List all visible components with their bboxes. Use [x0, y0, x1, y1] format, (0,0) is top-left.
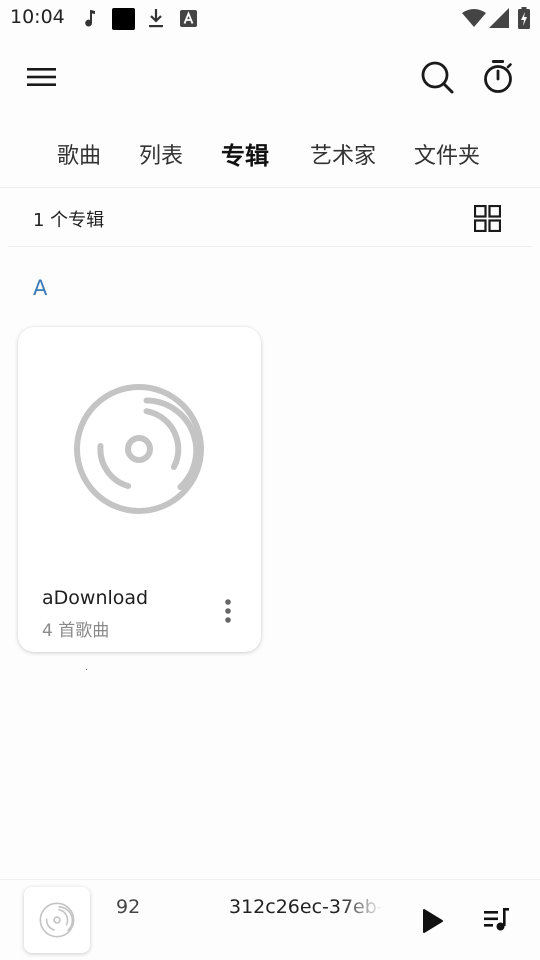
speck [86, 669, 87, 670]
tab-artists[interactable]: 艺术家 [310, 138, 376, 170]
more-vert-icon[interactable] [218, 598, 238, 626]
tab-playlists[interactable]: 列表 [139, 138, 183, 170]
tab-folders[interactable]: 文件夹 [414, 138, 480, 170]
disc-icon [39, 902, 75, 938]
mini-player-art[interactable] [24, 887, 90, 953]
a-badge-icon [180, 10, 197, 27]
grid-view-icon[interactable] [474, 205, 501, 232]
status-time: 10:04 [10, 6, 65, 28]
music-note-icon [85, 10, 95, 27]
wifi-icon [462, 9, 486, 27]
black-square-icon [112, 8, 135, 30]
queue-music-icon[interactable] [482, 906, 512, 934]
download-icon [149, 9, 163, 28]
battery-charging-icon [518, 7, 530, 29]
list-header: 1 个专辑 [8, 189, 532, 247]
disc-icon [74, 384, 204, 514]
album-song-count: 4 首歌曲 [42, 621, 110, 641]
search-icon[interactable] [419, 59, 455, 95]
tab-bar: 歌曲 列表 专辑 艺术家 文件夹 [0, 120, 540, 188]
menu-icon[interactable] [26, 65, 58, 89]
status-bar: 10:04 [0, 0, 540, 36]
signal-icon [489, 8, 509, 28]
album-count: 1 个专辑 [33, 210, 105, 231]
play-icon[interactable] [422, 908, 444, 934]
mini-player-text-left: 92 [116, 896, 141, 918]
album-card[interactable]: aDownload 4 首歌曲 [18, 327, 261, 652]
mini-player[interactable]: 92 312c26ec-37eb- [0, 879, 540, 960]
album-title: aDownload [42, 587, 149, 609]
tab-songs[interactable]: 歌曲 [57, 138, 101, 170]
timer-icon[interactable] [481, 58, 515, 96]
title-fade [341, 892, 383, 922]
app-bar [0, 36, 540, 120]
section-header-letter: A [33, 276, 48, 300]
tab-albums[interactable]: 专辑 [221, 136, 269, 171]
